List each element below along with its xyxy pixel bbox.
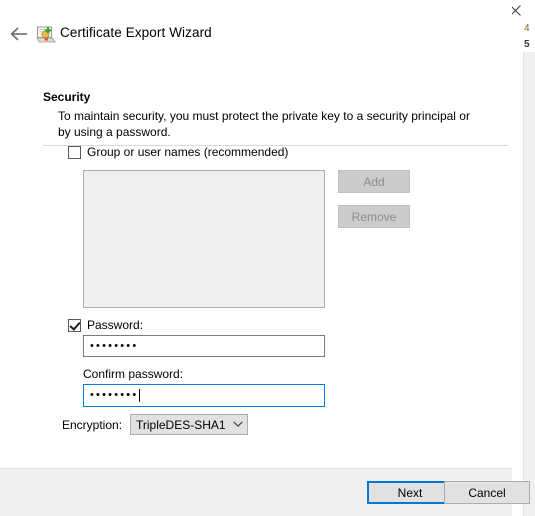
group-or-user-names-label: Group or user names (recommended) — [87, 145, 289, 159]
page-title: Certificate Export Wizard — [60, 25, 212, 40]
wizard-body: Security To maintain security, you must … — [0, 66, 512, 468]
encryption-selected-value: TripleDES-SHA1 — [136, 417, 226, 432]
back-arrow-icon[interactable] — [6, 22, 32, 46]
next-button[interactable]: Next — [367, 481, 453, 504]
password-checkbox[interactable]: Password: — [68, 318, 143, 332]
certificate-export-icon — [36, 24, 56, 44]
text-caret — [139, 389, 141, 402]
encryption-label: Encryption: — [62, 418, 123, 432]
background-glyph-top: 4 — [524, 23, 530, 34]
background-window-panel — [523, 52, 535, 516]
section-heading: Security — [43, 90, 91, 104]
cancel-button[interactable]: Cancel — [444, 481, 530, 504]
wizard-footer: Next Cancel — [0, 468, 530, 516]
checkbox-box-checked — [68, 318, 81, 332]
section-description: To maintain security, you must protect t… — [58, 109, 470, 139]
chevron-down-glyph — [233, 421, 243, 427]
certificate-export-glyph — [36, 26, 56, 43]
password-checkbox-label: Password: — [87, 318, 144, 332]
background-window-sliver: 4 5 — [523, 0, 535, 516]
encryption-dropdown[interactable]: TripleDES-SHA1 — [130, 414, 248, 435]
confirm-password-input[interactable]: •••••••• — [83, 384, 325, 407]
group-or-user-names-checkbox[interactable]: Group or user names (recommended) — [68, 145, 288, 159]
group-or-user-names-listbox[interactable] — [83, 170, 325, 308]
confirm-password-value: •••••••• — [90, 389, 139, 401]
password-input[interactable]: •••••••• — [83, 335, 325, 357]
wizard-header: Certificate Export Wizard — [0, 0, 512, 66]
remove-button[interactable]: Remove — [338, 205, 410, 228]
chevron-down-icon — [229, 421, 247, 428]
background-glyph-bottom: 5 — [524, 39, 530, 50]
checkbox-box-unchecked — [68, 145, 81, 159]
back-arrow-glyph — [10, 27, 27, 41]
password-value: •••••••• — [90, 339, 139, 352]
confirm-password-label: Confirm password: — [83, 367, 184, 381]
add-button[interactable]: Add — [338, 170, 410, 193]
